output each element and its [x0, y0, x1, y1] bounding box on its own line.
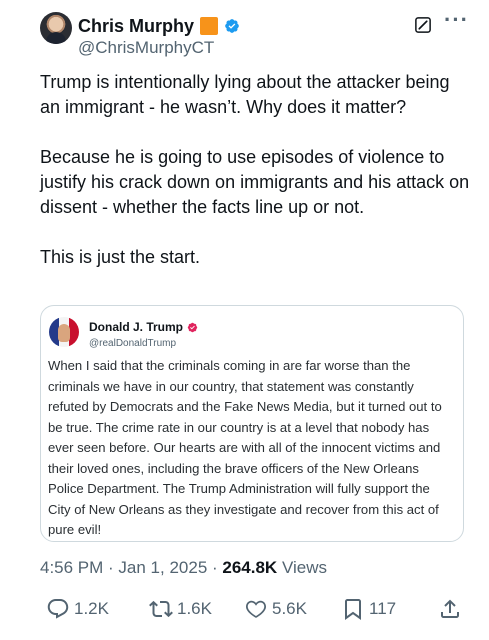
- reply-count: 1.2K: [74, 599, 109, 618]
- bookmark-button[interactable]: 117: [341, 595, 396, 623]
- post-time[interactable]: 4:56 PM: [40, 558, 103, 577]
- tweet-paragraph-2: Because he is going to use episodes of v…: [40, 147, 470, 217]
- author-avatar[interactable]: [40, 12, 72, 44]
- share-button[interactable]: [438, 595, 462, 623]
- views-label: Views: [277, 558, 327, 577]
- meta-separator: ·: [103, 558, 119, 577]
- verified-badge-icon: [225, 19, 239, 33]
- tweet: Chris Murphy @ChrisMurphyCT ··· Trump is…: [0, 0, 489, 640]
- bookmark-icon: [345, 599, 361, 620]
- author-name-row: Chris Murphy: [78, 14, 240, 38]
- quoted-author-name: Donald J. Trump: [89, 320, 184, 334]
- grok-icon[interactable]: [414, 16, 432, 34]
- quoted-author-handle: @realDonaldTrump: [89, 338, 177, 349]
- tweet-header: Chris Murphy @ChrisMurphyCT ···: [40, 9, 470, 58]
- post-date[interactable]: Jan 1, 2025: [118, 558, 207, 577]
- reply-icon: [47, 599, 69, 619]
- action-bar: 1.2K 1.6K 5.6K 117: [0, 595, 489, 625]
- author-display-name[interactable]: Chris Murphy: [78, 16, 194, 37]
- quoted-post[interactable]: Donald J. Trump @realDonaldTrump When I …: [40, 305, 464, 542]
- like-button[interactable]: 5.6K: [244, 595, 307, 623]
- quoted-author-avatar: [49, 317, 79, 347]
- reply-button[interactable]: 1.2K: [46, 595, 109, 623]
- tweet-paragraph-3: This is just the start.: [40, 247, 201, 267]
- orange-square-badge: [200, 17, 219, 35]
- quoted-verified-badge-icon: [187, 322, 198, 332]
- tweet-paragraph-1: Trump is intentionally lying about the a…: [40, 72, 450, 117]
- repost-button[interactable]: 1.6K: [149, 595, 212, 623]
- more-options-icon[interactable]: ···: [444, 9, 468, 34]
- repost-count: 1.6K: [177, 599, 212, 618]
- quoted-name-row: Donald J. Trump: [89, 320, 198, 334]
- views-count: 264.8K: [222, 558, 278, 577]
- bookmark-count: 117: [369, 599, 397, 618]
- meta-separator: ·: [207, 558, 223, 577]
- heart-icon: [245, 600, 267, 618]
- like-count: 5.6K: [272, 599, 307, 618]
- tweet-body: Trump is intentionally lying about the a…: [40, 70, 470, 295]
- share-icon: [441, 599, 459, 618]
- quoted-post-text: When I said that the criminals coming in…: [48, 358, 442, 537]
- repost-icon: [149, 600, 173, 618]
- post-meta: 4:56 PM · Jan 1, 2025 · 264.8K Views: [40, 558, 327, 578]
- author-handle[interactable]: @ChrisMurphyCT: [78, 38, 214, 58]
